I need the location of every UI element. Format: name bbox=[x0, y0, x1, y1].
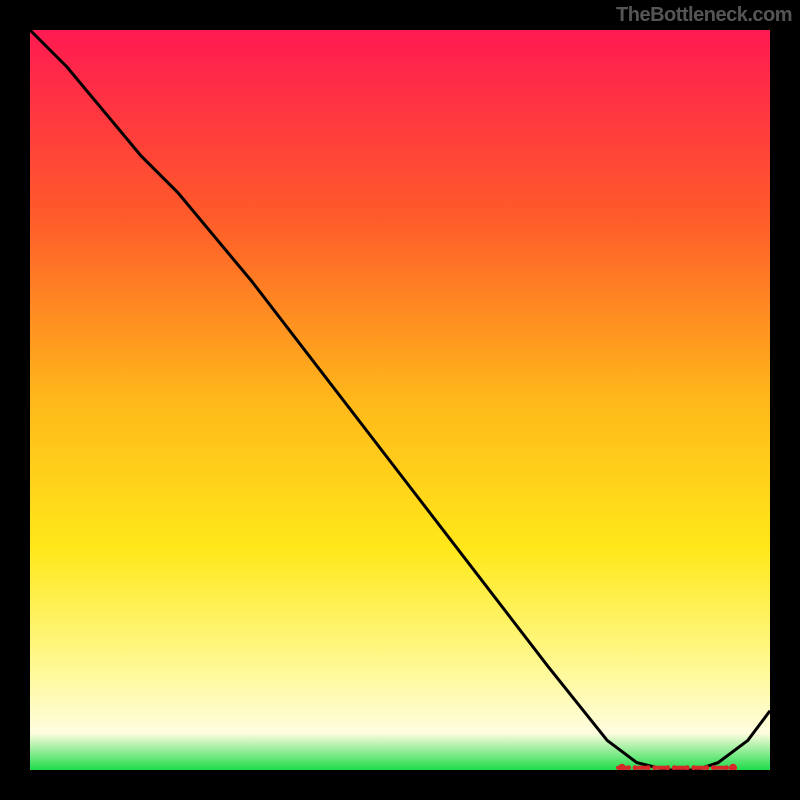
watermark-text: TheBottleneck.com bbox=[616, 4, 792, 27]
gradient-rect bbox=[30, 30, 770, 770]
chart-svg bbox=[30, 30, 770, 770]
plot-area bbox=[30, 30, 770, 770]
chart-frame: TheBottleneck.com bbox=[0, 0, 800, 800]
